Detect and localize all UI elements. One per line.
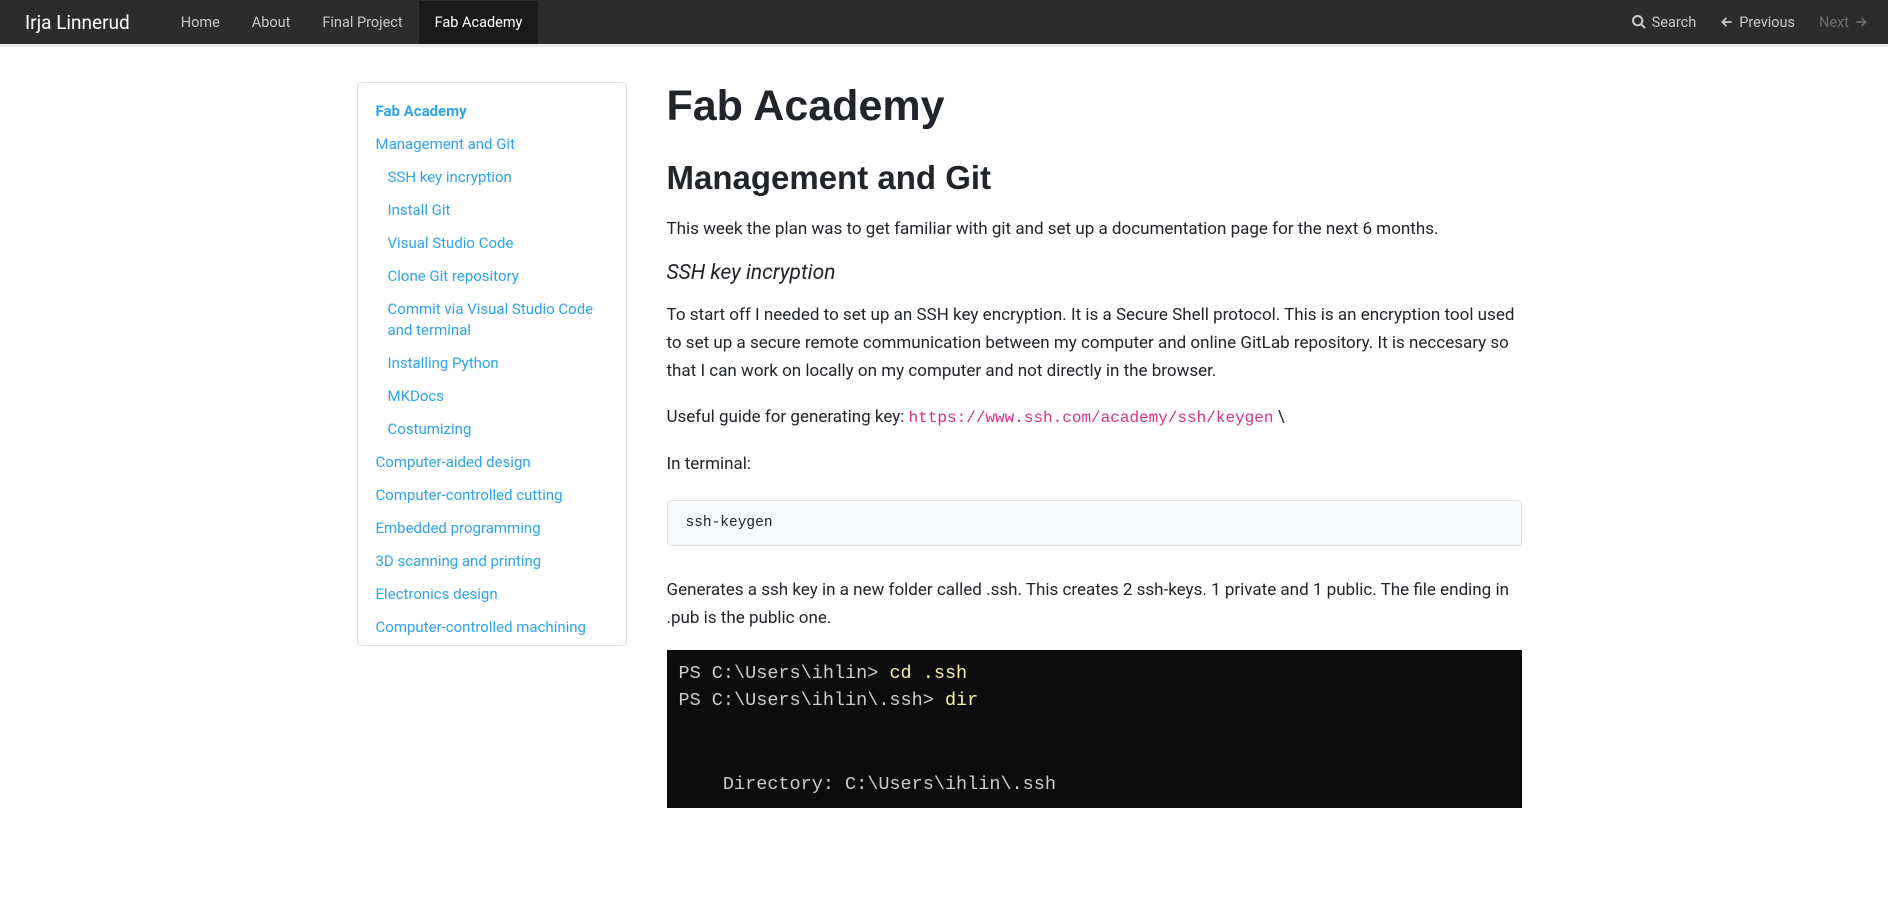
container: Fab Academy Management and Git SSH key i…	[357, 47, 1532, 808]
section-heading: Management and Git	[667, 159, 1522, 197]
toc-python[interactable]: Installing Python	[358, 347, 626, 380]
toc-management-git[interactable]: Management and Git	[358, 128, 626, 161]
toc-electronics[interactable]: Electronics design	[358, 578, 626, 611]
previous-button[interactable]: Previous	[1720, 14, 1795, 31]
arrow-right-icon	[1854, 15, 1868, 29]
navbar: Irja Linnerud Home About Final Project F…	[0, 0, 1888, 44]
guide-link[interactable]: https://www.ssh.com/academy/ssh/keygen	[909, 409, 1274, 427]
guide-suffix: \	[1273, 407, 1284, 427]
next-button: Next	[1819, 14, 1868, 31]
toc-machining[interactable]: Computer-controlled machining	[358, 611, 626, 644]
toc-embedded[interactable]: Embedded programming	[358, 512, 626, 545]
arrow-left-icon	[1720, 15, 1734, 29]
guide-prefix: Useful guide for generating key:	[667, 407, 909, 427]
term-line1-prompt: PS C:\Users\ihlin>	[679, 663, 890, 684]
nav-link-fab-academy[interactable]: Fab Academy	[419, 1, 539, 44]
toc-install-git[interactable]: Install Git	[358, 194, 626, 227]
term-line2-prompt: PS C:\Users\ihlin\.ssh>	[679, 690, 945, 711]
intro-paragraph: This week the plan was to get familiar w…	[667, 215, 1522, 243]
sidebar[interactable]: Fab Academy Management and Git SSH key i…	[357, 82, 627, 646]
navbar-right: Search Previous Next	[1631, 14, 1868, 31]
ssh-paragraph: To start off I needed to set up an SSH k…	[667, 301, 1522, 385]
nav-link-about[interactable]: About	[236, 1, 307, 44]
search-icon	[1631, 14, 1647, 30]
next-label: Next	[1819, 14, 1849, 31]
nav-link-home[interactable]: Home	[165, 1, 236, 44]
toc-cutting[interactable]: Computer-controlled cutting	[358, 479, 626, 512]
brand[interactable]: Irja Linnerud	[20, 11, 135, 34]
term-line3: Directory: C:\Users\ihlin\.ssh	[679, 774, 1056, 795]
search-button[interactable]: Search	[1631, 14, 1697, 31]
content: Fab Academy Management and Git This week…	[667, 82, 1532, 808]
navbar-left: Irja Linnerud Home About Final Project F…	[20, 1, 538, 44]
term-line2-cmd: dir	[945, 690, 978, 711]
generates-paragraph: Generates a ssh key in a new folder call…	[667, 576, 1522, 632]
terminal-output: PS C:\Users\ihlin> cd .ssh PS C:\Users\i…	[667, 650, 1522, 809]
toc-vscode[interactable]: Visual Studio Code	[358, 227, 626, 260]
toc-3d-scan[interactable]: 3D scanning and printing	[358, 545, 626, 578]
term-line1-cmd: cd .ssh	[889, 663, 967, 684]
search-label: Search	[1652, 14, 1697, 31]
code-block-keygen: ssh-keygen	[667, 500, 1522, 546]
toc-mkdocs[interactable]: MKDocs	[358, 380, 626, 413]
toc-customizing[interactable]: Costumizing	[358, 413, 626, 446]
previous-label: Previous	[1739, 14, 1795, 31]
toc-cad[interactable]: Computer-aided design	[358, 446, 626, 479]
subsection-heading: SSH key incryption	[667, 261, 1522, 285]
guide-paragraph: Useful guide for generating key: https:/…	[667, 403, 1522, 431]
page-title: Fab Academy	[667, 82, 1522, 131]
toc-fab-academy[interactable]: Fab Academy	[358, 95, 626, 128]
toc-commit[interactable]: Commit via Visual Studio Code and termin…	[358, 293, 626, 347]
terminal-label: In terminal:	[667, 450, 1522, 478]
toc-clone-repo[interactable]: Clone Git repository	[358, 260, 626, 293]
nav-link-final-project[interactable]: Final Project	[306, 1, 418, 44]
toc-ssh-key[interactable]: SSH key incryption	[358, 161, 626, 194]
